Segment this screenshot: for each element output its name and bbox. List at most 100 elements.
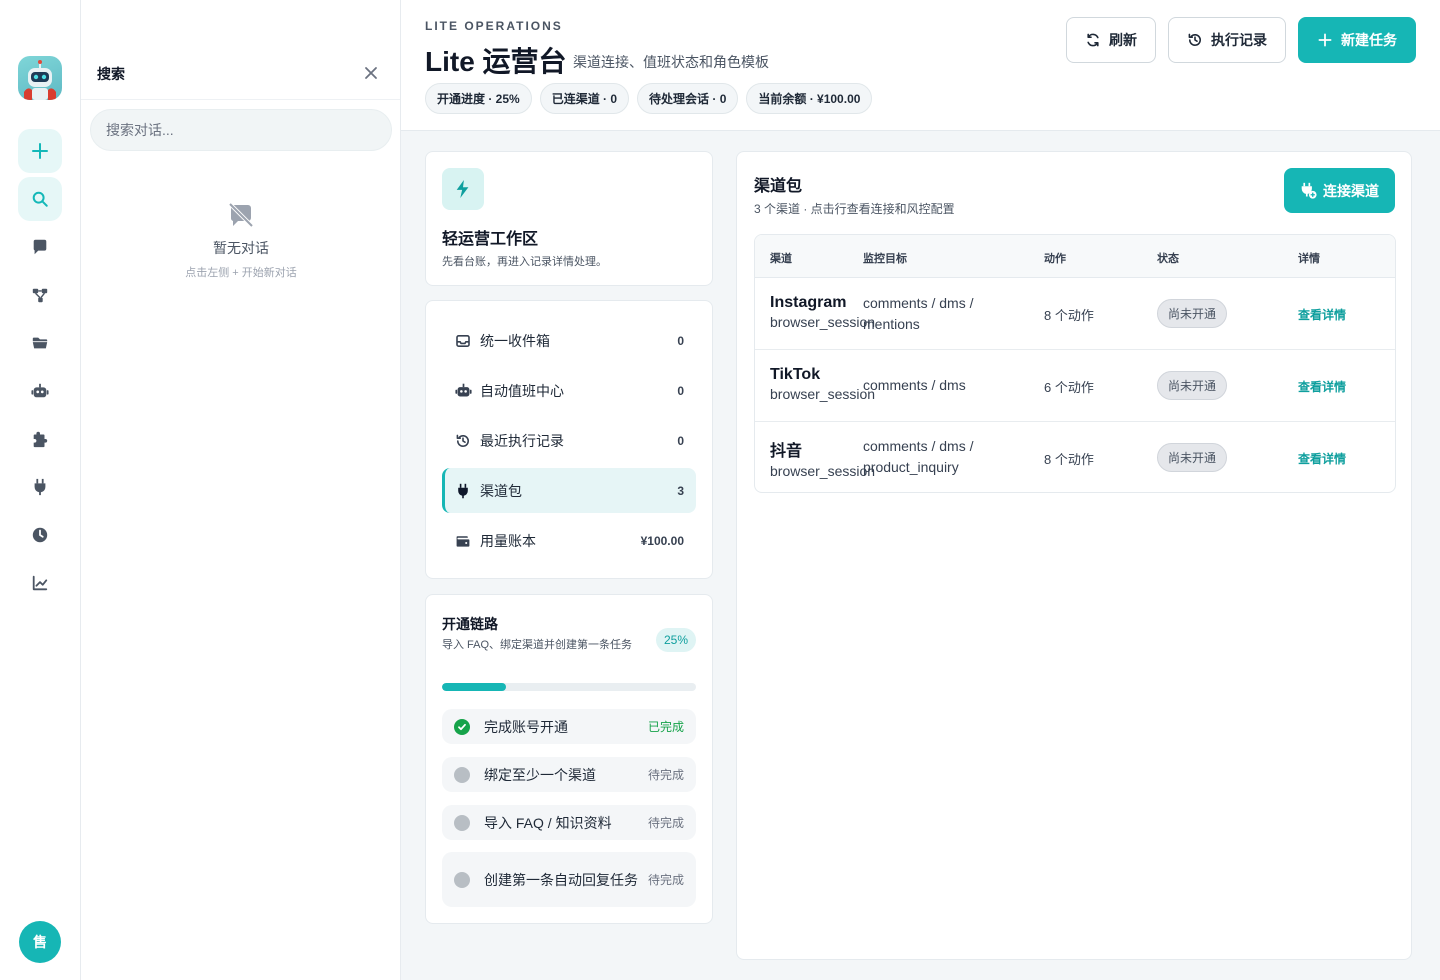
- column-header: 状态: [1157, 253, 1179, 265]
- wallet-icon: [454, 532, 472, 550]
- nav-item-usage[interactable]: 用量账本 ¥100.00: [442, 518, 696, 563]
- channel-pack-subtitle: 3 个渠道 · 点击行查看连接和风控配置: [754, 202, 955, 216]
- page-eyebrow: LITE OPERATIONS: [425, 19, 563, 33]
- workspace-title: 轻运营工作区: [442, 231, 539, 248]
- workflow-icon: [32, 288, 48, 303]
- onboarding-subtitle: 导入 FAQ、绑定渠道并创建第一条任务: [442, 639, 633, 651]
- pending-dot-icon: [454, 871, 470, 888]
- nav-label: 用量账本: [480, 532, 536, 549]
- analytics-button[interactable]: [18, 561, 62, 605]
- plug-add-icon: [1301, 182, 1317, 199]
- view-details-link[interactable]: 查看详情: [1298, 378, 1346, 395]
- search-panel-title: 搜索: [97, 66, 125, 82]
- module-nav: 统一收件箱 0 自动值班中心 0 最近执行记录 0 渠道包 3 用量账本 ¥10…: [425, 300, 713, 579]
- robot-logo-icon[interactable]: [18, 56, 62, 100]
- step-label: 创建第一条自动回复任务: [484, 871, 638, 888]
- monitor-targets: comments / dms / mentions: [863, 295, 974, 332]
- workspace-card: 轻运营工作区 先看台账，再进入记录详情处理。: [425, 151, 713, 286]
- refresh-button[interactable]: 刷新: [1066, 17, 1156, 63]
- onboarding-progress-bar: [442, 683, 696, 691]
- plugins-button[interactable]: [18, 417, 62, 461]
- empty-state: 暂无对话 点击左侧 + 开始新对话: [81, 200, 401, 280]
- onboarding-card: 开通链路 导入 FAQ、绑定渠道并创建第一条任务 25% 完成账号开通 已完成 …: [425, 594, 713, 924]
- onboarding-step[interactable]: 完成账号开通 已完成: [442, 709, 696, 744]
- table-row[interactable]: TikTok browser_session comments / dms 6 …: [755, 350, 1395, 422]
- history-icon: [1188, 33, 1201, 46]
- bots-button[interactable]: [18, 369, 62, 413]
- channel-name-cell: Instagram browser_session: [770, 294, 875, 330]
- table-row[interactable]: 抖音 browser_session comments / dms / prod…: [755, 422, 1395, 492]
- channel-name: TikTok: [770, 366, 821, 383]
- monitor-targets: comments / dms: [863, 377, 966, 393]
- step-status: 待完成: [648, 815, 685, 830]
- refresh-icon: [1087, 33, 1099, 47]
- icon-rail: 售: [0, 0, 81, 980]
- conversations-button[interactable]: [18, 225, 62, 269]
- onboarding-step[interactable]: 导入 FAQ / 知识资料 待完成: [442, 805, 696, 840]
- search-input[interactable]: [90, 109, 392, 151]
- onboarding-step[interactable]: 绑定至少一个渠道 待完成: [442, 757, 696, 792]
- nav-count: 0: [677, 333, 684, 348]
- workflow-button[interactable]: [18, 273, 62, 317]
- workspace-subtitle: 先看台账，再进入记录详情处理。: [442, 256, 607, 268]
- channels-button[interactable]: [18, 465, 62, 509]
- history-log-button[interactable]: 执行记录: [1168, 17, 1286, 63]
- chip-progress: 开通进度 · 25%: [425, 83, 532, 114]
- page-subtitle: 渠道连接、值班状态和角色模板: [573, 54, 769, 70]
- channel-mode: browser_session: [770, 314, 876, 330]
- search-button[interactable]: [18, 177, 62, 221]
- nav-item-autoduty[interactable]: 自动值班中心 0: [442, 368, 696, 413]
- onboarding-step[interactable]: 创建第一条自动回复任务 待完成: [442, 852, 696, 907]
- nav-label: 最近执行记录: [480, 432, 564, 449]
- new-chat-button[interactable]: [18, 129, 62, 173]
- channel-mode: browser_session: [770, 463, 876, 479]
- robot-icon: [31, 383, 49, 398]
- files-button[interactable]: [18, 321, 62, 365]
- view-details-link[interactable]: 查看详情: [1298, 306, 1346, 323]
- folder-icon: [32, 337, 48, 349]
- nav-item-recent-runs[interactable]: 最近执行记录 0: [442, 418, 696, 463]
- nav-label: 渠道包: [480, 482, 522, 499]
- history-icon: [454, 432, 472, 450]
- nav-item-channels[interactable]: 渠道包 3: [442, 468, 696, 513]
- column-header: 监控目标: [863, 253, 907, 265]
- channel-pack-title: 渠道包: [754, 178, 803, 195]
- robot-icon: [454, 382, 472, 400]
- nav-count: ¥100.00: [640, 533, 684, 548]
- nav-label: 统一收件箱: [480, 332, 550, 349]
- check-circle-icon: [454, 718, 470, 735]
- header-actions: 刷新 执行记录 新建任务: [1066, 17, 1416, 63]
- close-icon: [365, 67, 377, 79]
- search-icon: [32, 191, 48, 207]
- close-search-button[interactable]: [364, 66, 378, 80]
- connect-channel-button[interactable]: 连接渠道: [1284, 168, 1395, 213]
- history-log-label: 执行记录: [1211, 32, 1267, 48]
- nav-count: 3: [677, 483, 684, 498]
- new-task-label: 新建任务: [1341, 32, 1397, 48]
- history-button[interactable]: [18, 513, 62, 557]
- channel-name: 抖音: [770, 443, 803, 460]
- chip-balance: 当前余额 · ¥100.00: [746, 83, 873, 114]
- pending-dot-icon: [454, 814, 470, 831]
- table-row[interactable]: Instagram browser_session comments / dms…: [755, 278, 1395, 350]
- empty-subtitle: 点击左侧 + 开始新对话: [185, 267, 297, 279]
- onboarding-progress-fill: [442, 683, 506, 691]
- chip-pending: 待处理会话 · 0: [637, 83, 739, 114]
- nav-count: 0: [677, 433, 684, 448]
- inbox-icon: [454, 332, 472, 350]
- nav-count: 0: [677, 383, 684, 398]
- pending-dot-icon: [454, 766, 470, 783]
- action-count: 8 个动作: [1044, 452, 1094, 467]
- nav-item-inbox[interactable]: 统一收件箱 0: [442, 318, 696, 363]
- user-avatar[interactable]: 售: [19, 921, 61, 963]
- view-details-link[interactable]: 查看详情: [1298, 450, 1346, 467]
- clock-icon: [32, 527, 48, 543]
- page-title: Lite 运营台: [425, 46, 567, 77]
- stat-chips: 开通进度 · 25% 已连渠道 · 0 待处理会话 · 0 当前余额 · ¥10…: [425, 83, 873, 114]
- search-panel-header: 搜索: [81, 0, 400, 100]
- plus-icon: [1318, 33, 1332, 47]
- step-label: 导入 FAQ / 知识资料: [484, 814, 612, 831]
- column-header: 详情: [1298, 253, 1320, 265]
- new-task-button[interactable]: 新建任务: [1298, 17, 1416, 63]
- monitor-targets: comments / dms / product_inquiry: [863, 438, 974, 475]
